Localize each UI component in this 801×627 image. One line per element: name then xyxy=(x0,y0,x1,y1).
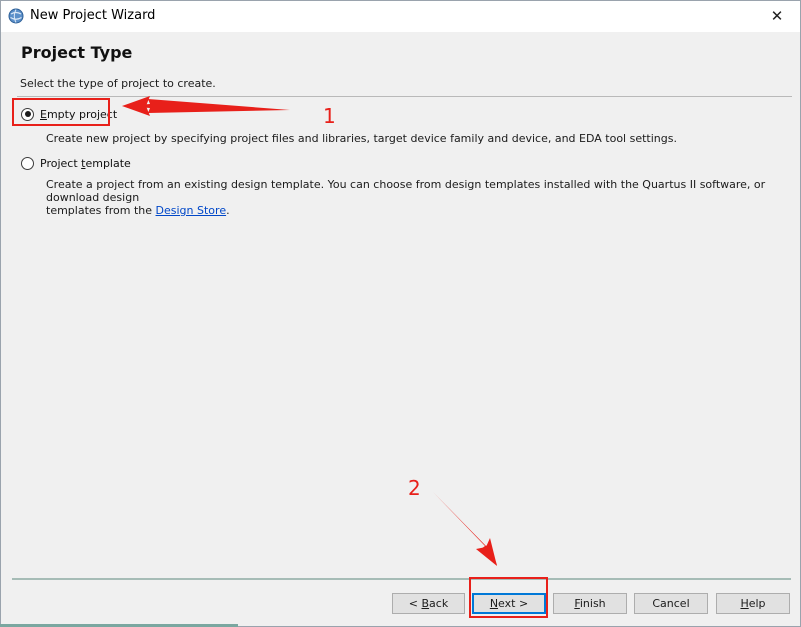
annotation-arrows xyxy=(122,96,497,566)
